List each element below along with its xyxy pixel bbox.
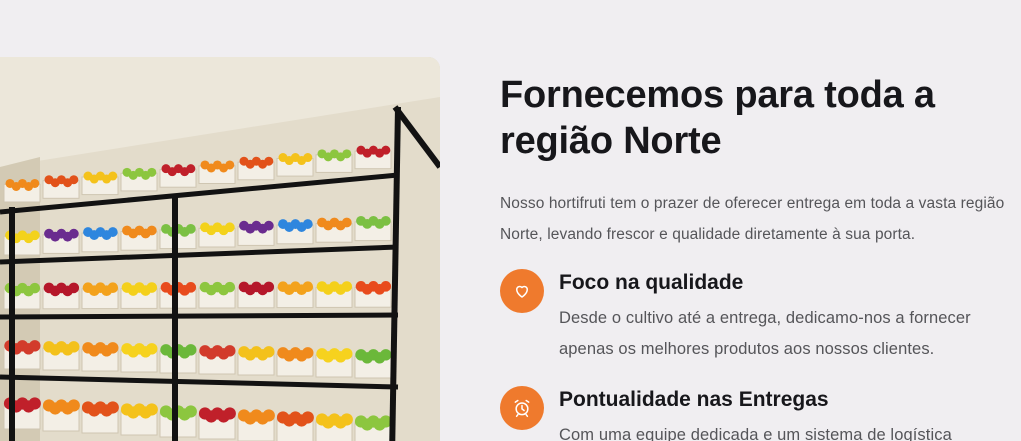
produce-shelf-photo: [0, 57, 440, 441]
delivery-region-section: Fornecemos para toda a região Norte Noss…: [0, 0, 1021, 441]
feature-text: Com uma equipe dedicada e um sistema de …: [559, 426, 952, 441]
feature-title: Foco na qualidade: [559, 271, 744, 294]
section-title: Fornecemos para toda a região Norte: [500, 74, 935, 162]
feature-quality: Foco na qualidade Desde o cultivo até a …: [500, 269, 1015, 365]
heart-icon: [500, 269, 544, 313]
section-intro: Nosso hortifruti tem o prazer de oferece…: [500, 195, 1005, 243]
feature-punctuality: Pontualidade nas Entregas Com uma equipe…: [500, 386, 1015, 441]
section-content: Fornecemos para toda a região Norte Noss…: [500, 72, 1015, 441]
alarm-clock-icon: [500, 386, 544, 430]
feature-title: Pontualidade nas Entregas: [559, 388, 829, 411]
feature-text: Desde o cultivo até a entrega, dedicamo-…: [559, 309, 971, 358]
